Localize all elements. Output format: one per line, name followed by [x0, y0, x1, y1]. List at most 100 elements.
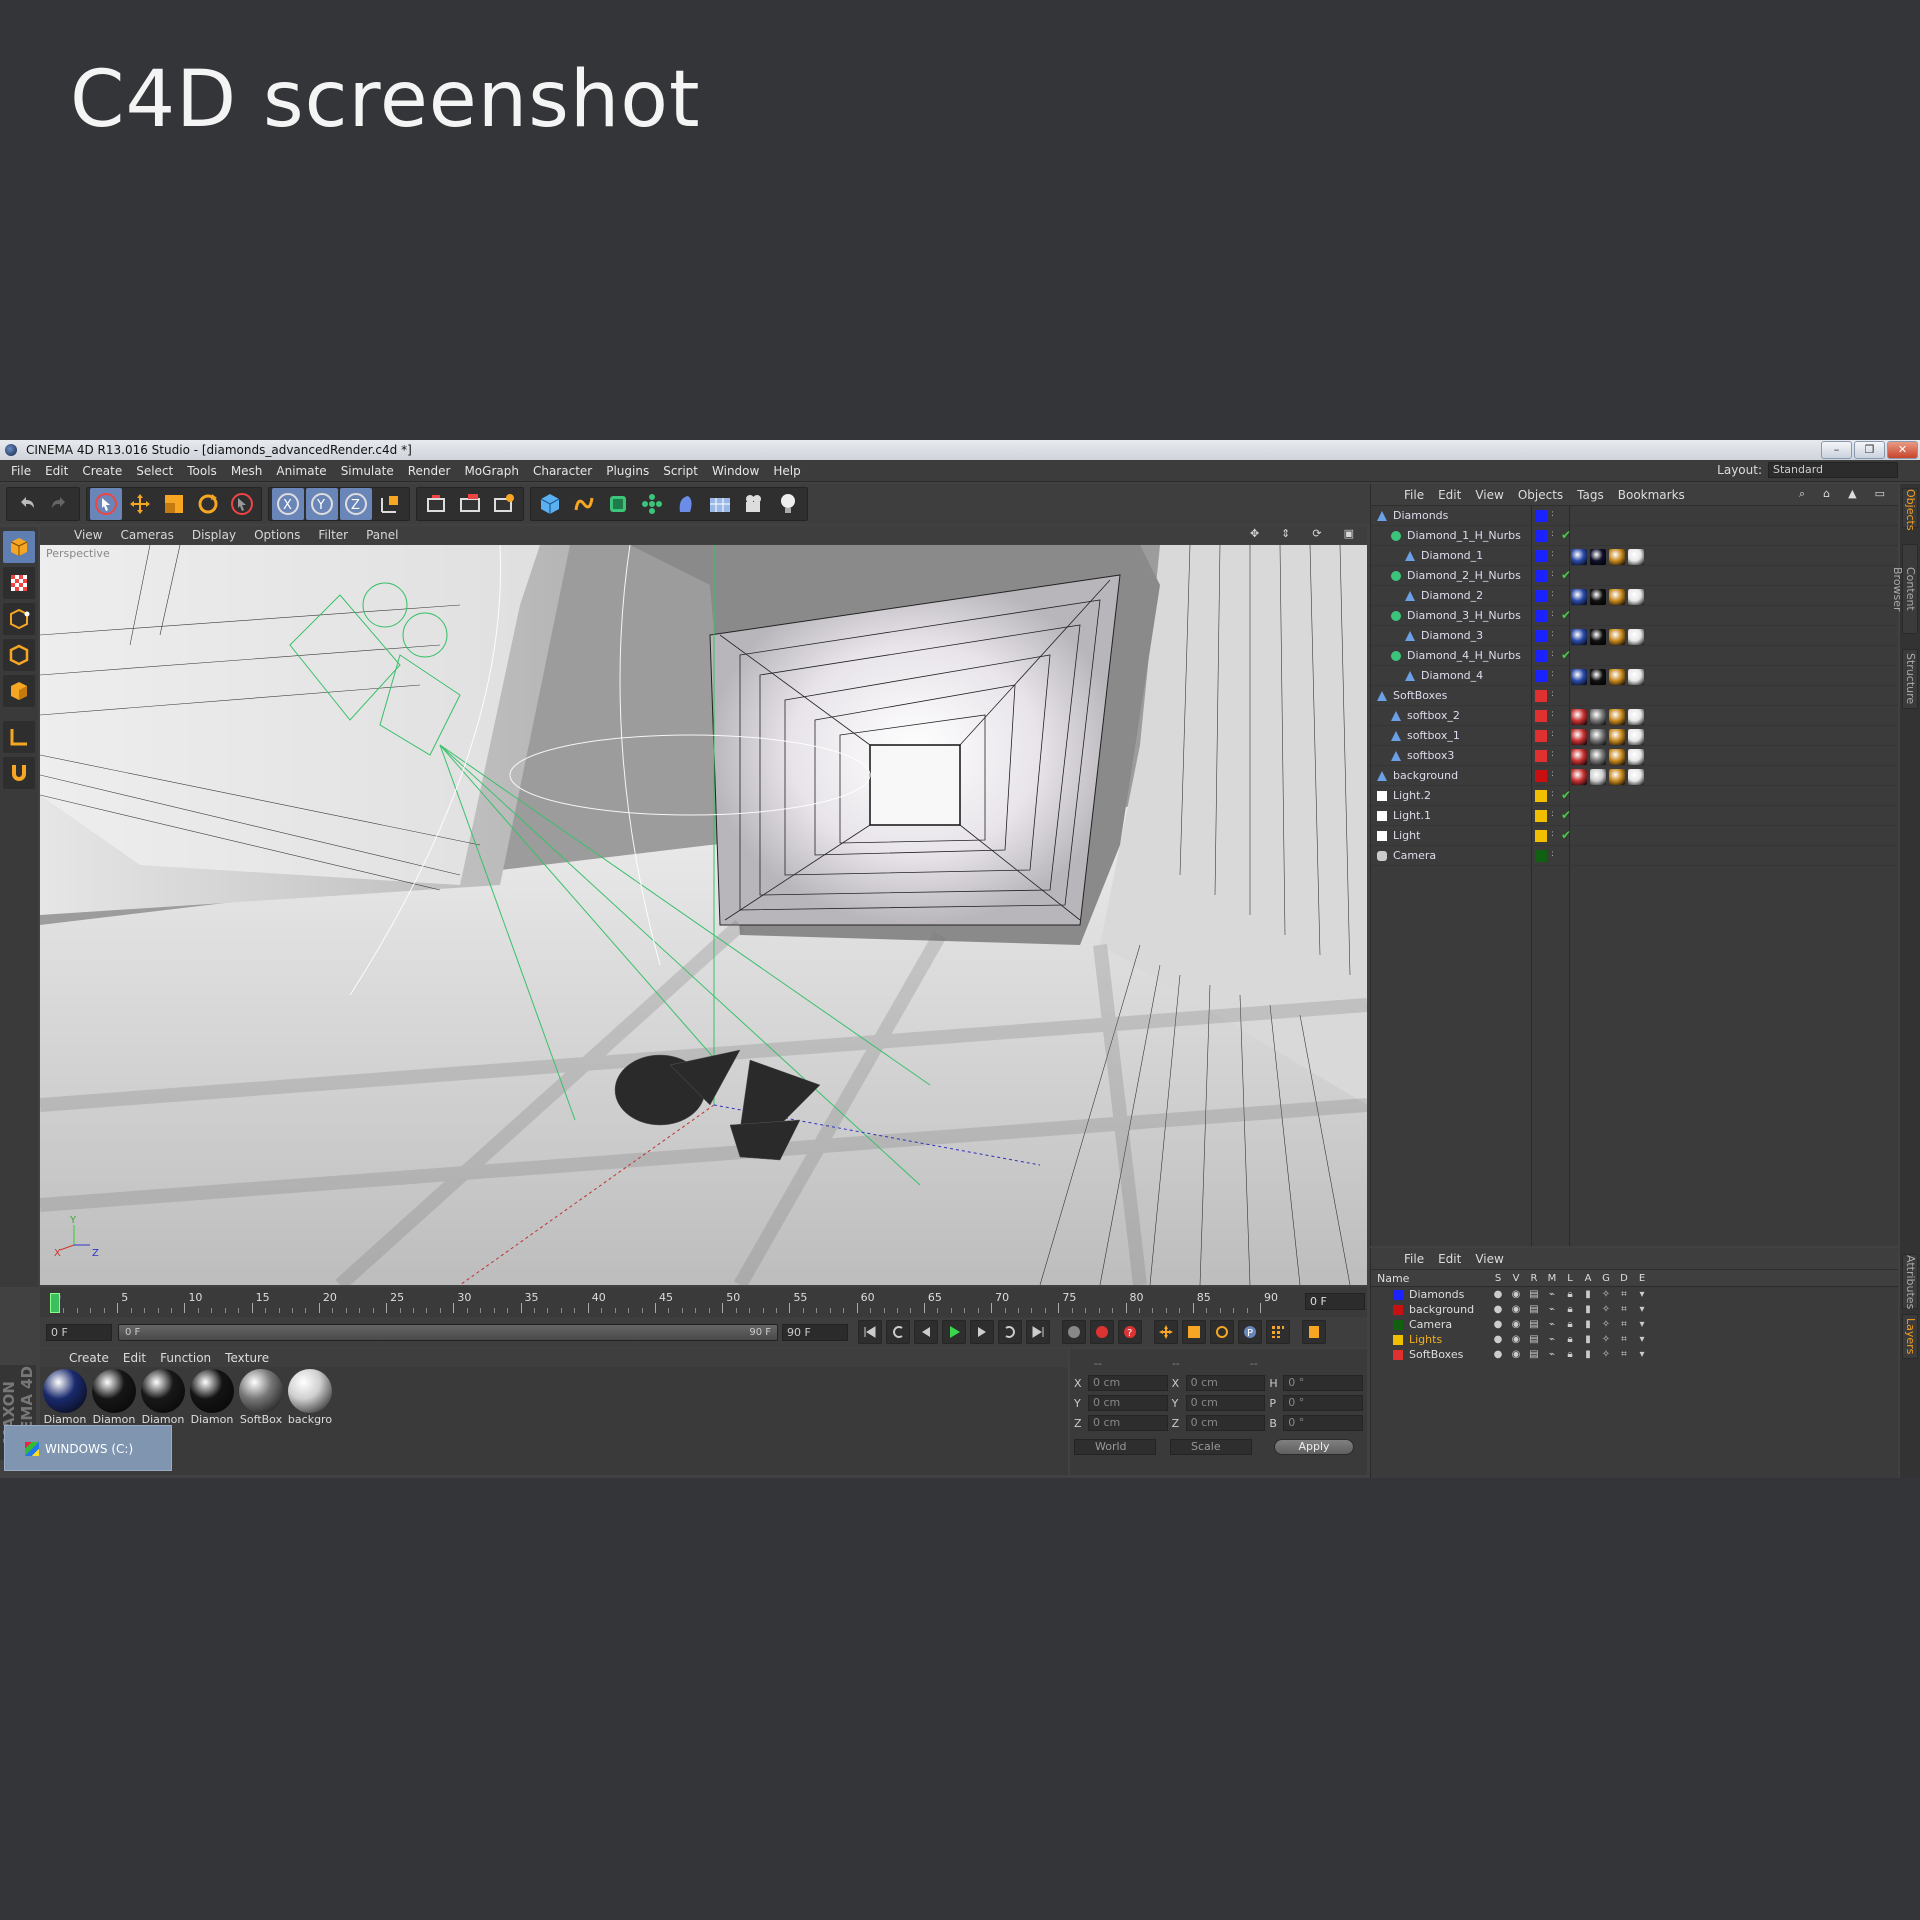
- viewport-menu-display[interactable]: Display: [183, 528, 245, 542]
- visibility-dots[interactable]: :: [1551, 589, 1554, 599]
- material-menu-create[interactable]: Create: [62, 1351, 116, 1365]
- object-menu-file[interactable]: File: [1397, 488, 1431, 502]
- visibility-dots[interactable]: :: [1551, 769, 1554, 779]
- object-row[interactable]: Diamond_3:: [1371, 626, 1898, 646]
- coord-c-field[interactable]: 0 °: [1283, 1395, 1363, 1411]
- material-tag[interactable]: [1590, 549, 1606, 565]
- play-icon[interactable]: [942, 1320, 966, 1344]
- menu-render[interactable]: Render: [401, 464, 458, 478]
- layer-color-swatch[interactable]: [1535, 650, 1547, 662]
- edge-mode-icon[interactable]: [3, 639, 35, 671]
- visibility-dots[interactable]: :: [1551, 549, 1554, 559]
- taskbar-button[interactable]: WINDOWS (C:): [4, 1425, 172, 1471]
- coord-b-field[interactable]: 0 cm: [1185, 1415, 1266, 1431]
- viewport-menu-options[interactable]: Options: [245, 528, 309, 542]
- menu-animate[interactable]: Animate: [269, 464, 333, 478]
- menu-help[interactable]: Help: [766, 464, 807, 478]
- z-axis-icon[interactable]: Z: [340, 488, 372, 520]
- menu-mesh[interactable]: Mesh: [224, 464, 270, 478]
- layer-toggle-icon[interactable]: ⌗: [1615, 1334, 1633, 1345]
- layer-toggle-icon[interactable]: ⌁: [1543, 1334, 1561, 1345]
- layer-color-swatch[interactable]: [1535, 670, 1547, 682]
- visibility-dots[interactable]: :: [1551, 789, 1554, 799]
- visibility-dots[interactable]: :: [1551, 729, 1554, 739]
- viewport-maximize-icon[interactable]: ▣: [1335, 527, 1363, 540]
- layer-toggle-icon[interactable]: ⌗: [1615, 1349, 1633, 1360]
- layer-toggle-icon[interactable]: ▤: [1525, 1319, 1543, 1330]
- menu-window[interactable]: Window: [705, 464, 766, 478]
- layer-color-swatch[interactable]: [1535, 850, 1547, 862]
- coord-a-field[interactable]: 0 cm: [1087, 1395, 1168, 1411]
- object-row[interactable]: Diamond_4:: [1371, 666, 1898, 686]
- material-swatch[interactable]: Diamon: [139, 1369, 187, 1426]
- object-row[interactable]: Camera:: [1371, 846, 1898, 866]
- menu-create[interactable]: Create: [75, 464, 129, 478]
- layer-color-swatch[interactable]: [1535, 730, 1547, 742]
- layer-menu-view[interactable]: View: [1468, 1252, 1510, 1266]
- material-swatch[interactable]: Diamon: [90, 1369, 138, 1426]
- material-tag[interactable]: [1571, 709, 1587, 725]
- material-tag[interactable]: [1628, 629, 1644, 645]
- visibility-dots[interactable]: :: [1551, 749, 1554, 759]
- menu-select[interactable]: Select: [129, 464, 180, 478]
- material-tag[interactable]: [1571, 749, 1587, 765]
- visibility-dots[interactable]: :: [1551, 709, 1554, 719]
- layer-toggle-icon[interactable]: 🔒︎: [1561, 1349, 1579, 1360]
- layer-row[interactable]: Diamonds ● ◉ ▤ ⌁ 🔒︎ ▮ ✧ ⌗ ▾: [1371, 1287, 1898, 1302]
- menu-tools[interactable]: Tools: [180, 464, 224, 478]
- menu-edit[interactable]: Edit: [38, 464, 75, 478]
- autokey-icon[interactable]: [1090, 1320, 1114, 1344]
- menu-file[interactable]: File: [4, 464, 38, 478]
- layer-toggle-icon[interactable]: ◉: [1507, 1334, 1525, 1345]
- object-row[interactable]: softbox_2:: [1371, 706, 1898, 726]
- undo-icon[interactable]: [10, 488, 42, 520]
- object-row[interactable]: Diamond_3_H_Nurbs: ✔: [1371, 606, 1898, 626]
- layer-row[interactable]: SoftBoxes ● ◉ ▤ ⌁ 🔒︎ ▮ ✧ ⌗ ▾: [1371, 1347, 1898, 1362]
- layer-menu-file[interactable]: File: [1397, 1252, 1431, 1266]
- minimize-button[interactable]: –: [1821, 441, 1852, 459]
- visibility-dots[interactable]: :: [1551, 509, 1554, 519]
- next-key-icon[interactable]: [998, 1320, 1022, 1344]
- coord-b-field[interactable]: 0 cm: [1185, 1395, 1266, 1411]
- layer-toggle-icon[interactable]: 🔒︎: [1561, 1289, 1579, 1300]
- step-forward-icon[interactable]: [970, 1320, 994, 1344]
- material-tag[interactable]: [1590, 709, 1606, 725]
- layer-color-swatch[interactable]: [1535, 750, 1547, 762]
- go-to-end-icon[interactable]: [1026, 1320, 1050, 1344]
- material-tag[interactable]: [1609, 729, 1625, 745]
- layer-color[interactable]: [1393, 1349, 1403, 1360]
- redo-icon[interactable]: [44, 488, 76, 520]
- layer-toggle-icon[interactable]: ⌗: [1615, 1319, 1633, 1330]
- object-row[interactable]: Light.1: ✔: [1371, 806, 1898, 826]
- layout-dropdown[interactable]: Standard: [1768, 462, 1898, 478]
- layer-toggle-icon[interactable]: 🔒︎: [1561, 1304, 1579, 1315]
- render-settings-icon[interactable]: [488, 488, 520, 520]
- magnet-icon[interactable]: [3, 757, 35, 789]
- layer-toggle-icon[interactable]: ◉: [1507, 1289, 1525, 1300]
- object-row[interactable]: softbox_1:: [1371, 726, 1898, 746]
- menu-simulate[interactable]: Simulate: [334, 464, 401, 478]
- object-row[interactable]: Light: ✔: [1371, 826, 1898, 846]
- layer-toggle-icon[interactable]: ✧: [1597, 1349, 1615, 1360]
- key-rotation-icon[interactable]: [1210, 1320, 1234, 1344]
- material-tag[interactable]: [1609, 669, 1625, 685]
- layer-toggle-icon[interactable]: ▾: [1633, 1319, 1651, 1330]
- material-tag[interactable]: [1628, 549, 1644, 565]
- coord-b-field[interactable]: 0 cm: [1185, 1375, 1266, 1391]
- menu-character[interactable]: Character: [526, 464, 599, 478]
- viewport-menu-filter[interactable]: Filter: [309, 528, 357, 542]
- close-button[interactable]: ✕: [1887, 441, 1918, 459]
- layer-toggle-icon[interactable]: ◉: [1507, 1304, 1525, 1315]
- nurbs-icon[interactable]: [602, 488, 634, 520]
- object-row[interactable]: Diamonds:: [1371, 506, 1898, 526]
- object-row[interactable]: Diamond_4_H_Nurbs: ✔: [1371, 646, 1898, 666]
- layer-toggle-icon[interactable]: 🔒︎: [1561, 1319, 1579, 1330]
- cube-icon[interactable]: [534, 488, 566, 520]
- layer-color[interactable]: [1393, 1334, 1403, 1345]
- object-row[interactable]: background:: [1371, 766, 1898, 786]
- end-frame-field[interactable]: 90 F: [782, 1323, 848, 1341]
- layer-color-swatch[interactable]: [1535, 790, 1547, 802]
- material-tag[interactable]: [1628, 709, 1644, 725]
- layer-toggle-icon[interactable]: ▮: [1579, 1289, 1597, 1300]
- light-icon[interactable]: [772, 488, 804, 520]
